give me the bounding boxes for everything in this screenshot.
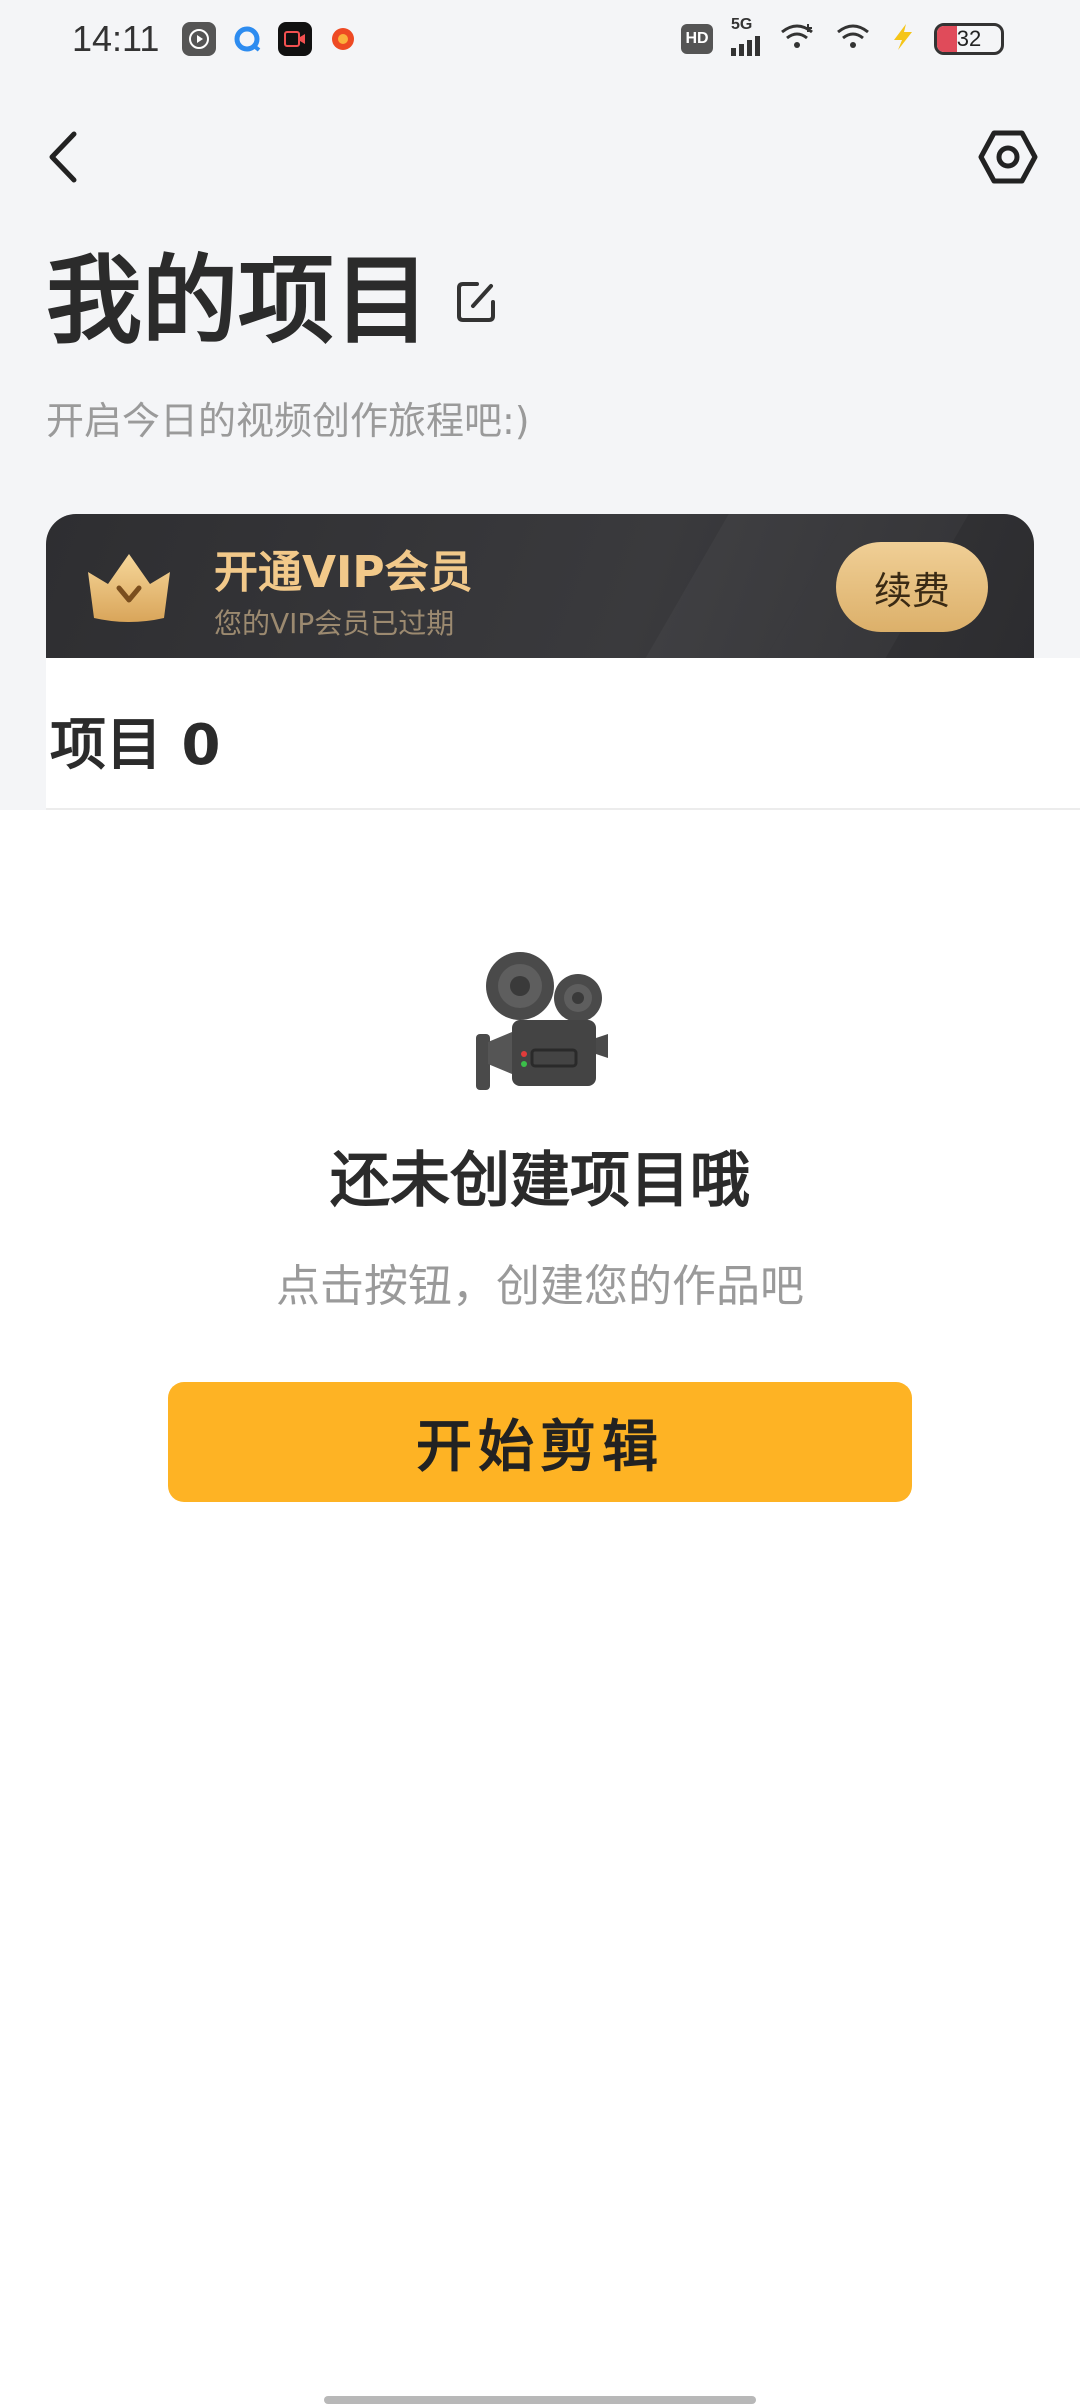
empty-state-subtitle: 点击按钮，创建您的作品吧 — [276, 1261, 804, 1312]
browser-icon — [230, 22, 264, 56]
edit-title-button[interactable] — [452, 274, 502, 328]
film-camera-icon — [476, 952, 608, 1090]
hd-icon: HD — [681, 24, 713, 54]
wifi-icon — [834, 22, 872, 56]
settings-button[interactable] — [976, 122, 1040, 192]
crown-icon — [88, 554, 170, 622]
play-icon — [182, 22, 216, 56]
battery-icon: 32 — [934, 23, 1004, 55]
battery-fill — [937, 26, 958, 52]
video-record-icon — [278, 22, 312, 56]
vip-subtitle: 您的VIP会员已过期 — [214, 607, 455, 640]
divider — [46, 808, 1080, 810]
projects-count-heading: 项目 0 — [50, 713, 221, 778]
status-time: 14:11 — [72, 18, 160, 59]
home-indicator[interactable] — [324, 2396, 756, 2404]
status-bar: 14:11 HD 5G 32 — [0, 0, 1080, 84]
charging-icon — [890, 22, 916, 56]
5g-signal-icon: 5G — [731, 16, 760, 56]
renew-button[interactable]: 续费 — [836, 542, 988, 632]
app-orange-icon — [326, 22, 360, 56]
hexagon-settings-icon — [978, 130, 1038, 184]
network-label: 5G — [731, 16, 753, 33]
empty-state-title: 还未创建项目哦 — [330, 1146, 750, 1216]
chevron-left-icon — [49, 131, 77, 183]
vip-title: 开通VIP会员 — [214, 547, 473, 598]
back-button[interactable] — [38, 122, 88, 192]
page-title: 我的项目 — [46, 245, 430, 357]
system-icons: HD 5G 32 — [681, 16, 1004, 56]
battery-level: 32 — [956, 26, 982, 51]
start-editing-button[interactable]: 开始剪辑 — [168, 1382, 912, 1502]
edit-icon — [457, 282, 495, 322]
notification-icons — [182, 22, 360, 56]
page-subtitle: 开启今日的视频创作旅程吧:) — [46, 399, 530, 443]
wifi-plus-icon — [778, 22, 816, 56]
vip-banner[interactable]: 开通VIP会员 您的VIP会员已过期 续费 — [46, 514, 1034, 662]
